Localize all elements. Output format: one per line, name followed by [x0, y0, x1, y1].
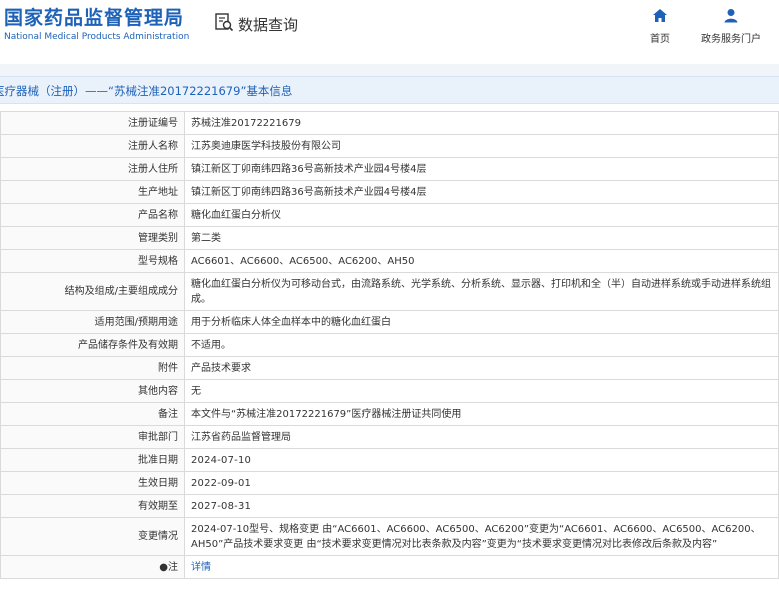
home-icon [652, 8, 668, 27]
field-label: 备注 [0, 402, 185, 426]
table-row: 型号规格 AC6601、AC6600、AC6500、AC6200、AH50 [0, 249, 779, 273]
nav-service-portal[interactable]: 政务服务门户 [691, 8, 771, 45]
field-value: 2024-07-10 [184, 448, 779, 472]
field-value: 镇江新区丁卯南纬四路36号高新技术产业园4号楼4层 [184, 180, 779, 204]
field-value: 详情 [184, 555, 779, 579]
field-label: 生效日期 [0, 471, 185, 495]
data-query-link[interactable]: 数据查询 [214, 12, 298, 36]
site-logo[interactable]: 国家药品监督管理局 National Medical Products Admi… [4, 7, 189, 43]
field-label: 注册人名称 [0, 134, 185, 158]
field-value: 无 [184, 379, 779, 403]
field-label: 型号规格 [0, 249, 185, 273]
table-row: 生效日期 2022-09-01 [0, 471, 779, 495]
record-title: 医疗器械（注册）——“苏械注准20172221679”基本信息 [0, 84, 293, 98]
table-row: 附件 产品技术要求 [0, 356, 779, 380]
table-row: 生产地址 镇江新区丁卯南纬四路36号高新技术产业园4号楼4层 [0, 180, 779, 204]
field-label: ●注 [0, 555, 185, 579]
user-icon [723, 8, 739, 27]
field-label: 变更情况 [0, 517, 185, 556]
field-value: 用于分析临床人体全血样本中的糖化血红蛋白 [184, 310, 779, 334]
details-link[interactable]: 详情 [191, 562, 211, 573]
field-label: 审批部门 [0, 425, 185, 449]
field-label: 产品储存条件及有效期 [0, 333, 185, 357]
field-label: 结构及组成/主要组成成分 [0, 272, 185, 311]
table-row: 备注 本文件与“苏械注准20172221679”医疗器械注册证共同使用 [0, 402, 779, 426]
registration-info-table: 注册证编号 苏械注准20172221679 注册人名称 江苏奥迪康医学科技股份有… [0, 111, 779, 579]
field-value: 苏械注准20172221679 [184, 111, 779, 135]
field-label: 批准日期 [0, 448, 185, 472]
nav-home[interactable]: 首页 [620, 8, 700, 45]
field-label: 注册人住所 [0, 157, 185, 181]
field-value: 不适用。 [184, 333, 779, 357]
field-label: 适用范围/预期用途 [0, 310, 185, 334]
field-value: 糖化血红蛋白分析仪 [184, 203, 779, 227]
table-row: 其他内容 无 [0, 379, 779, 403]
table-row: 有效期至 2027-08-31 [0, 494, 779, 518]
field-value: 江苏奥迪康医学科技股份有限公司 [184, 134, 779, 158]
data-query-label: 数据查询 [238, 15, 299, 34]
table-row: 批准日期 2024-07-10 [0, 448, 779, 472]
field-value: 产品技术要求 [184, 356, 779, 380]
field-value: 镇江新区丁卯南纬四路36号高新技术产业园4号楼4层 [184, 157, 779, 181]
field-value: 江苏省药品监督管理局 [184, 425, 779, 449]
table-row: 注册人名称 江苏奥迪康医学科技股份有限公司 [0, 134, 779, 158]
table-row: 产品储存条件及有效期 不适用。 [0, 333, 779, 357]
record-title-bar: 医疗器械（注册）——“苏械注准20172221679”基本信息 [0, 76, 779, 104]
brand-name-en: National Medical Products Administration [4, 32, 190, 42]
field-value: 2022-09-01 [184, 471, 779, 495]
field-value: 本文件与“苏械注准20172221679”医疗器械注册证共同使用 [184, 402, 779, 426]
table-row: 注册证编号 苏械注准20172221679 [0, 111, 779, 135]
field-label: 其他内容 [0, 379, 185, 403]
field-value: AC6601、AC6600、AC6500、AC6200、AH50 [184, 249, 779, 273]
field-value: 2027-08-31 [184, 494, 779, 518]
search-document-icon [214, 12, 234, 36]
table-row: 注册人住所 镇江新区丁卯南纬四路36号高新技术产业园4号楼4层 [0, 157, 779, 181]
table-row: 变更情况 2024-07-10型号、规格变更 由“AC6601、AC6600、A… [0, 517, 779, 556]
table-row: 审批部门 江苏省药品监督管理局 [0, 425, 779, 449]
table-row: 管理类别 第二类 [0, 226, 779, 250]
field-label: 管理类别 [0, 226, 185, 250]
nav-service-label: 政务服务门户 [701, 34, 761, 45]
field-label: 生产地址 [0, 180, 185, 204]
field-label: 附件 [0, 356, 185, 380]
field-value: 糖化血红蛋白分析仪为可移动台式，由流路系统、光学系统、分析系统、显示器、打印机和… [184, 272, 779, 311]
table-row: ●注 详情 [0, 555, 779, 579]
table-row: 适用范围/预期用途 用于分析临床人体全血样本中的糖化血红蛋白 [0, 310, 779, 334]
table-row: 产品名称 糖化血红蛋白分析仪 [0, 203, 779, 227]
table-row: 结构及组成/主要组成成分 糖化血红蛋白分析仪为可移动台式，由流路系统、光学系统、… [0, 272, 779, 311]
field-label: 注册证编号 [0, 111, 185, 135]
nav-home-label: 首页 [650, 34, 670, 45]
site-header: 国家药品监督管理局 National Medical Products Admi… [0, 0, 779, 58]
field-label: 产品名称 [0, 203, 185, 227]
brand-name-cn: 国家药品监督管理局 [4, 7, 185, 29]
header-divider [0, 64, 779, 76]
field-value: 2024-07-10型号、规格变更 由“AC6601、AC6600、AC6500… [184, 517, 779, 556]
field-label: 有效期至 [0, 494, 185, 518]
field-value: 第二类 [184, 226, 779, 250]
